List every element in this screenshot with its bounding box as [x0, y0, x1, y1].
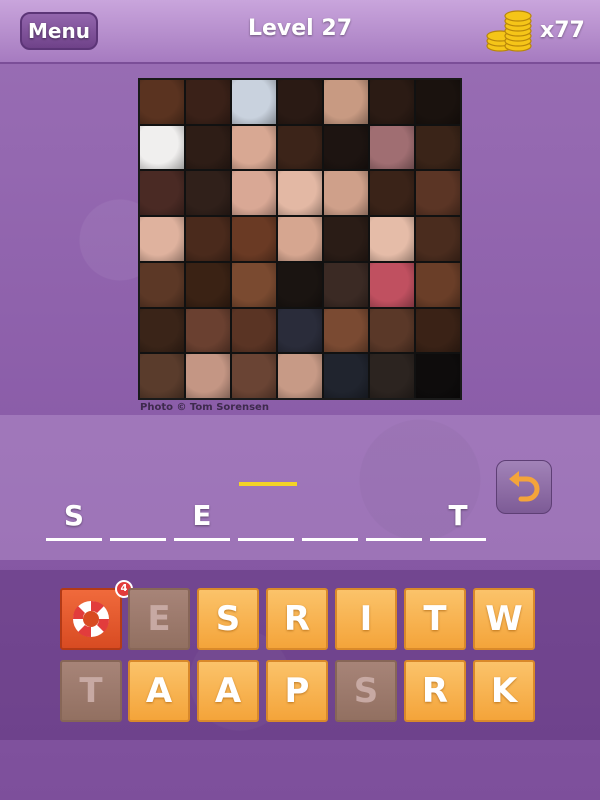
puzzle-tile	[324, 171, 368, 216]
puzzle-tile	[324, 308, 368, 353]
input-cursor	[239, 482, 297, 486]
puzzle-tile	[370, 80, 414, 124]
letter-key[interactable]: I	[335, 588, 397, 650]
puzzle-tile	[140, 262, 184, 307]
answer-slot-4[interactable]	[238, 495, 294, 545]
letter-key[interactable]: S	[197, 588, 259, 650]
answer-slot-2[interactable]	[110, 495, 166, 545]
puzzle-tile	[278, 262, 322, 307]
hint-button[interactable]	[60, 588, 122, 650]
top-bar: Menu Level 27 x77	[0, 0, 600, 64]
puzzle-tile	[278, 171, 322, 216]
letter-key[interactable]: P	[266, 660, 328, 722]
puzzle-tile	[186, 171, 230, 216]
puzzle-tile	[370, 354, 414, 398]
puzzle-tile	[140, 171, 184, 216]
puzzle-tile	[416, 262, 460, 307]
puzzle-tile	[278, 80, 322, 124]
puzzle-tile	[232, 262, 276, 307]
letter-key[interactable]: K	[473, 660, 535, 722]
letter-key[interactable]: R	[266, 588, 328, 650]
puzzle-tile	[232, 308, 276, 353]
puzzle-tile	[416, 125, 460, 170]
letter-key[interactable]: R	[404, 660, 466, 722]
puzzle-tile	[140, 217, 184, 261]
puzzle-tile	[370, 125, 414, 170]
puzzle-tile	[186, 308, 230, 353]
puzzle-tile	[186, 125, 230, 170]
undo-arrow-icon	[509, 471, 540, 502]
gold-coin-stack-icon	[486, 10, 532, 52]
undo-button[interactable]	[496, 460, 552, 514]
puzzle-tile	[416, 308, 460, 353]
letter-key[interactable]: A	[128, 660, 190, 722]
puzzle-tile	[324, 262, 368, 307]
letter-key[interactable]: T	[60, 660, 122, 722]
life-ring-icon	[72, 600, 110, 638]
puzzle-tile	[370, 308, 414, 353]
letter-key[interactable]: W	[473, 588, 535, 650]
puzzle-tile	[278, 354, 322, 398]
puzzle-tile	[140, 80, 184, 124]
puzzle-tile	[416, 217, 460, 261]
puzzle-tile	[186, 354, 230, 398]
puzzle-tile	[278, 125, 322, 170]
coin-count: x77	[540, 18, 585, 43]
letter-key[interactable]: E	[128, 588, 190, 650]
puzzle-tile	[140, 125, 184, 170]
puzzle-tile	[278, 308, 322, 353]
puzzle-tile	[416, 80, 460, 124]
puzzle-tile	[324, 80, 368, 124]
puzzle-tile	[186, 262, 230, 307]
puzzle-tile	[416, 354, 460, 398]
puzzle-image-grid	[138, 78, 462, 400]
puzzle-tile	[186, 217, 230, 261]
puzzle-tile	[140, 354, 184, 398]
letter-key[interactable]: T	[404, 588, 466, 650]
puzzle-tile	[186, 80, 230, 124]
puzzle-tile	[278, 217, 322, 261]
answer-slot-6[interactable]	[366, 495, 422, 545]
puzzle-tile	[370, 217, 414, 261]
puzzle-tile	[416, 171, 460, 216]
puzzle-tile	[232, 125, 276, 170]
puzzle-tile	[232, 80, 276, 124]
menu-button[interactable]: Menu	[20, 12, 98, 50]
puzzle-tile	[324, 354, 368, 398]
puzzle-tile	[324, 217, 368, 261]
answer-slot-7[interactable]: T	[430, 495, 486, 545]
puzzle-tile	[324, 125, 368, 170]
answer-slot-3[interactable]: E	[174, 495, 230, 545]
puzzle-tile	[370, 262, 414, 307]
answer-slot-1[interactable]: S	[46, 495, 102, 545]
letter-key[interactable]: S	[335, 660, 397, 722]
puzzle-tile	[140, 308, 184, 353]
puzzle-tile	[370, 171, 414, 216]
photo-credit: Photo © Tom Sorensen	[140, 402, 269, 413]
level-title: Level 27	[247, 16, 353, 41]
puzzle-tile	[232, 217, 276, 261]
puzzle-tile	[232, 171, 276, 216]
letter-key[interactable]: A	[197, 660, 259, 722]
puzzle-tile	[232, 354, 276, 398]
answer-slot-5[interactable]	[302, 495, 358, 545]
